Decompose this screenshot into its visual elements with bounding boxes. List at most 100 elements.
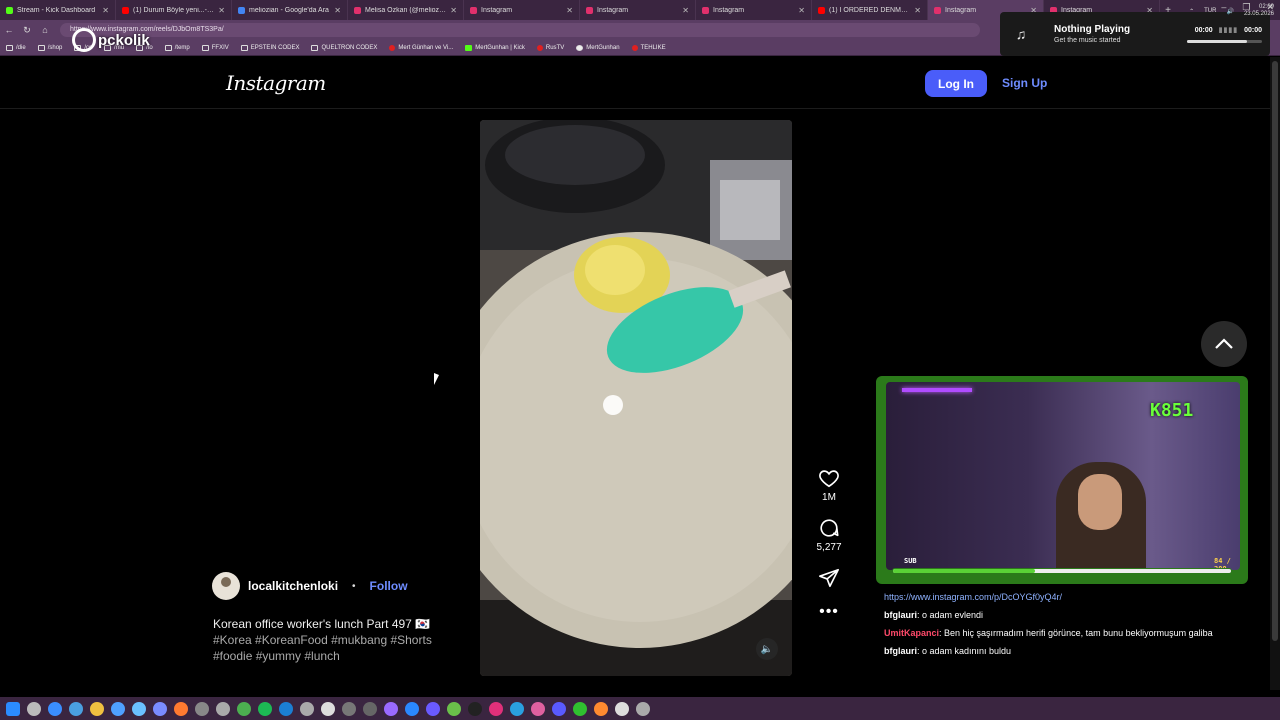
heart-icon[interactable] [818, 467, 840, 489]
caption-text: Korean office worker's lunch Part 497 🇰🇷 [213, 617, 431, 631]
taskbar-app-icon[interactable] [237, 701, 251, 716]
bookmark-item[interactable]: FFXIV [201, 44, 229, 51]
language-indicator[interactable]: TUR [1204, 8, 1216, 14]
bookmark-item[interactable]: /die [6, 44, 26, 51]
bookmark-item[interactable]: TEHLIKE [631, 44, 666, 51]
bookmark-item[interactable]: /shop [37, 44, 62, 51]
taskbar-app-icon[interactable] [153, 701, 167, 716]
tab-title: (1) Durum Böyle yeni...- YouTube [133, 6, 214, 14]
sub-label: SUB [904, 557, 917, 565]
taskbar-app-icon[interactable] [342, 701, 356, 716]
taskbar-app-icon[interactable] [174, 701, 188, 716]
bookmark-label: Mert Günhan ve Vi... [398, 44, 454, 51]
taskbar-app-icon[interactable] [321, 701, 335, 716]
taskbar-app-icon[interactable] [489, 701, 503, 716]
bookmark-item[interactable]: MertGunhan [576, 44, 620, 51]
taskbar-app-icon[interactable] [384, 701, 398, 716]
reel-video[interactable]: 🔈 [480, 120, 792, 676]
url-input[interactable]: https://www.instagram.com/reels/DJbOm8TS… [60, 23, 980, 37]
follow-button[interactable]: Follow [370, 579, 408, 593]
taskbar-app-icon[interactable] [615, 701, 629, 716]
system-clock[interactable]: 02:09 23.05.2026 [1244, 4, 1274, 18]
taskbar-app-icon[interactable] [510, 701, 524, 716]
comment-icon[interactable] [818, 517, 840, 539]
bookmark-item[interactable]: MertGunhan | Kick [465, 44, 525, 51]
avatar[interactable] [212, 572, 240, 600]
tray-chevron-icon[interactable]: ⌃ [1189, 8, 1194, 15]
taskbar-app-icon[interactable] [258, 701, 272, 716]
tab-close-icon[interactable]: ✕ [334, 6, 341, 15]
taskbar-app-icon[interactable] [27, 701, 41, 716]
browser-tab[interactable]: meliozian - Google'da Ara ✕ [232, 0, 348, 20]
browser-tab[interactable]: (1) Durum Böyle yeni...- YouTube ✕ [116, 0, 232, 20]
bookmark-item[interactable]: EPSTEIN CODEX [240, 44, 300, 51]
mute-icon[interactable]: 🔈 [756, 638, 778, 660]
streamer-webcam: K851 SUB 84 / 200 [876, 376, 1248, 584]
back-icon[interactable]: ← [0, 25, 18, 35]
taskbar-app-icon[interactable] [405, 701, 419, 716]
taskbar-app-icon[interactable] [426, 701, 440, 716]
page-scrollbar[interactable] [1270, 57, 1280, 690]
bookmark-item[interactable]: QUELTRON CODEX [311, 44, 377, 51]
taskbar-app-icon[interactable] [447, 701, 461, 716]
tab-close-icon[interactable]: ✕ [450, 6, 457, 15]
volume-icon[interactable]: 🔊 [1226, 8, 1233, 15]
sign-up-link[interactable]: Sign Up [996, 70, 1053, 97]
taskbar-app-icon[interactable] [552, 701, 566, 716]
instagram-header: Instagram Log In Sign Up [0, 57, 1270, 109]
browser-tab[interactable]: (1) I ORDERED DENMARK'S UNI✕ [812, 0, 928, 20]
chat-link[interactable]: https://www.instagram.com/p/DcOYGf0yQ4r/ [884, 588, 1264, 606]
taskbar-app-icon[interactable] [132, 701, 146, 716]
chat-username[interactable]: UmitKapanci [884, 628, 939, 638]
taskbar-app-icon[interactable] [216, 701, 230, 716]
instagram-logo[interactable]: Instagram [226, 71, 326, 95]
browser-tab[interactable]: Instagram ✕ [464, 0, 580, 20]
taskbar-app-icon[interactable] [468, 701, 482, 716]
start-menu-icon[interactable] [6, 701, 20, 716]
tab-close-icon[interactable]: ✕ [218, 6, 225, 15]
chat-username[interactable]: bfglauri [884, 610, 917, 620]
taskbar-app-icon[interactable] [636, 701, 650, 716]
tab-close-icon[interactable]: ✕ [798, 6, 805, 15]
username-link[interactable]: localkitchenloki [248, 579, 338, 593]
taskbar-app-icon[interactable] [111, 701, 125, 716]
log-in-button[interactable]: Log In [925, 70, 987, 97]
tab-title: Instagram [597, 6, 629, 14]
taskbar-app-icon[interactable] [363, 701, 377, 716]
reload-icon[interactable]: ↻ [18, 25, 36, 36]
music-time-end: 00:00 [1244, 26, 1262, 34]
tab-close-icon[interactable]: ✕ [566, 6, 573, 15]
tab-close-icon[interactable]: ✕ [914, 6, 921, 15]
stream-chat: https://www.instagram.com/p/DcOYGf0yQ4r/… [884, 588, 1264, 660]
bookmark-label: EPSTEIN CODEX [250, 44, 300, 51]
scroll-up-button[interactable] [1201, 321, 1247, 367]
bookmark-item[interactable]: Mert Günhan ve Vi... [389, 44, 454, 51]
taskbar-app-icon[interactable] [300, 701, 314, 716]
chat-text: : Ben hiç şaşırmadım herifi görünce, tam… [939, 628, 1213, 638]
like-action: 1M [812, 467, 846, 503]
share-icon[interactable] [818, 567, 840, 589]
caption-hashtags[interactable]: #Korea #KoreanFood #mukbang #Shorts #foo… [213, 632, 453, 664]
taskbar-app-icon[interactable] [90, 701, 104, 716]
chat-message: bfglauri: o adam kadınını buldu [884, 642, 1264, 660]
tab-favicon-icon [702, 6, 709, 14]
taskbar-app-icon[interactable] [594, 701, 608, 716]
bookmark-item[interactable]: /temp [164, 44, 190, 51]
webcam-feed: K851 SUB 84 / 200 [886, 382, 1240, 570]
browser-tab[interactable]: Instagram ✕ [696, 0, 812, 20]
browser-tab[interactable]: Stream - Kick Dashboard ✕ [0, 0, 116, 20]
chat-username[interactable]: bfglauri [884, 646, 917, 656]
taskbar-app-icon[interactable] [195, 701, 209, 716]
browser-tab[interactable]: Instagram ✕ [580, 0, 696, 20]
bookmark-item[interactable]: RusTV [536, 44, 564, 51]
tab-close-icon[interactable]: ✕ [102, 6, 109, 15]
taskbar-app-icon[interactable] [279, 701, 293, 716]
tab-close-icon[interactable]: ✕ [682, 6, 689, 15]
more-options-icon[interactable]: ••• [812, 603, 846, 621]
taskbar-app-icon[interactable] [69, 701, 83, 716]
taskbar-app-icon[interactable] [48, 701, 62, 716]
browser-tab[interactable]: Melisa Özkan (@meliozkane) • In✕ [348, 0, 464, 20]
taskbar-app-icon[interactable] [531, 701, 545, 716]
home-icon[interactable]: ⌂ [36, 25, 54, 35]
taskbar-app-icon[interactable] [573, 701, 587, 716]
